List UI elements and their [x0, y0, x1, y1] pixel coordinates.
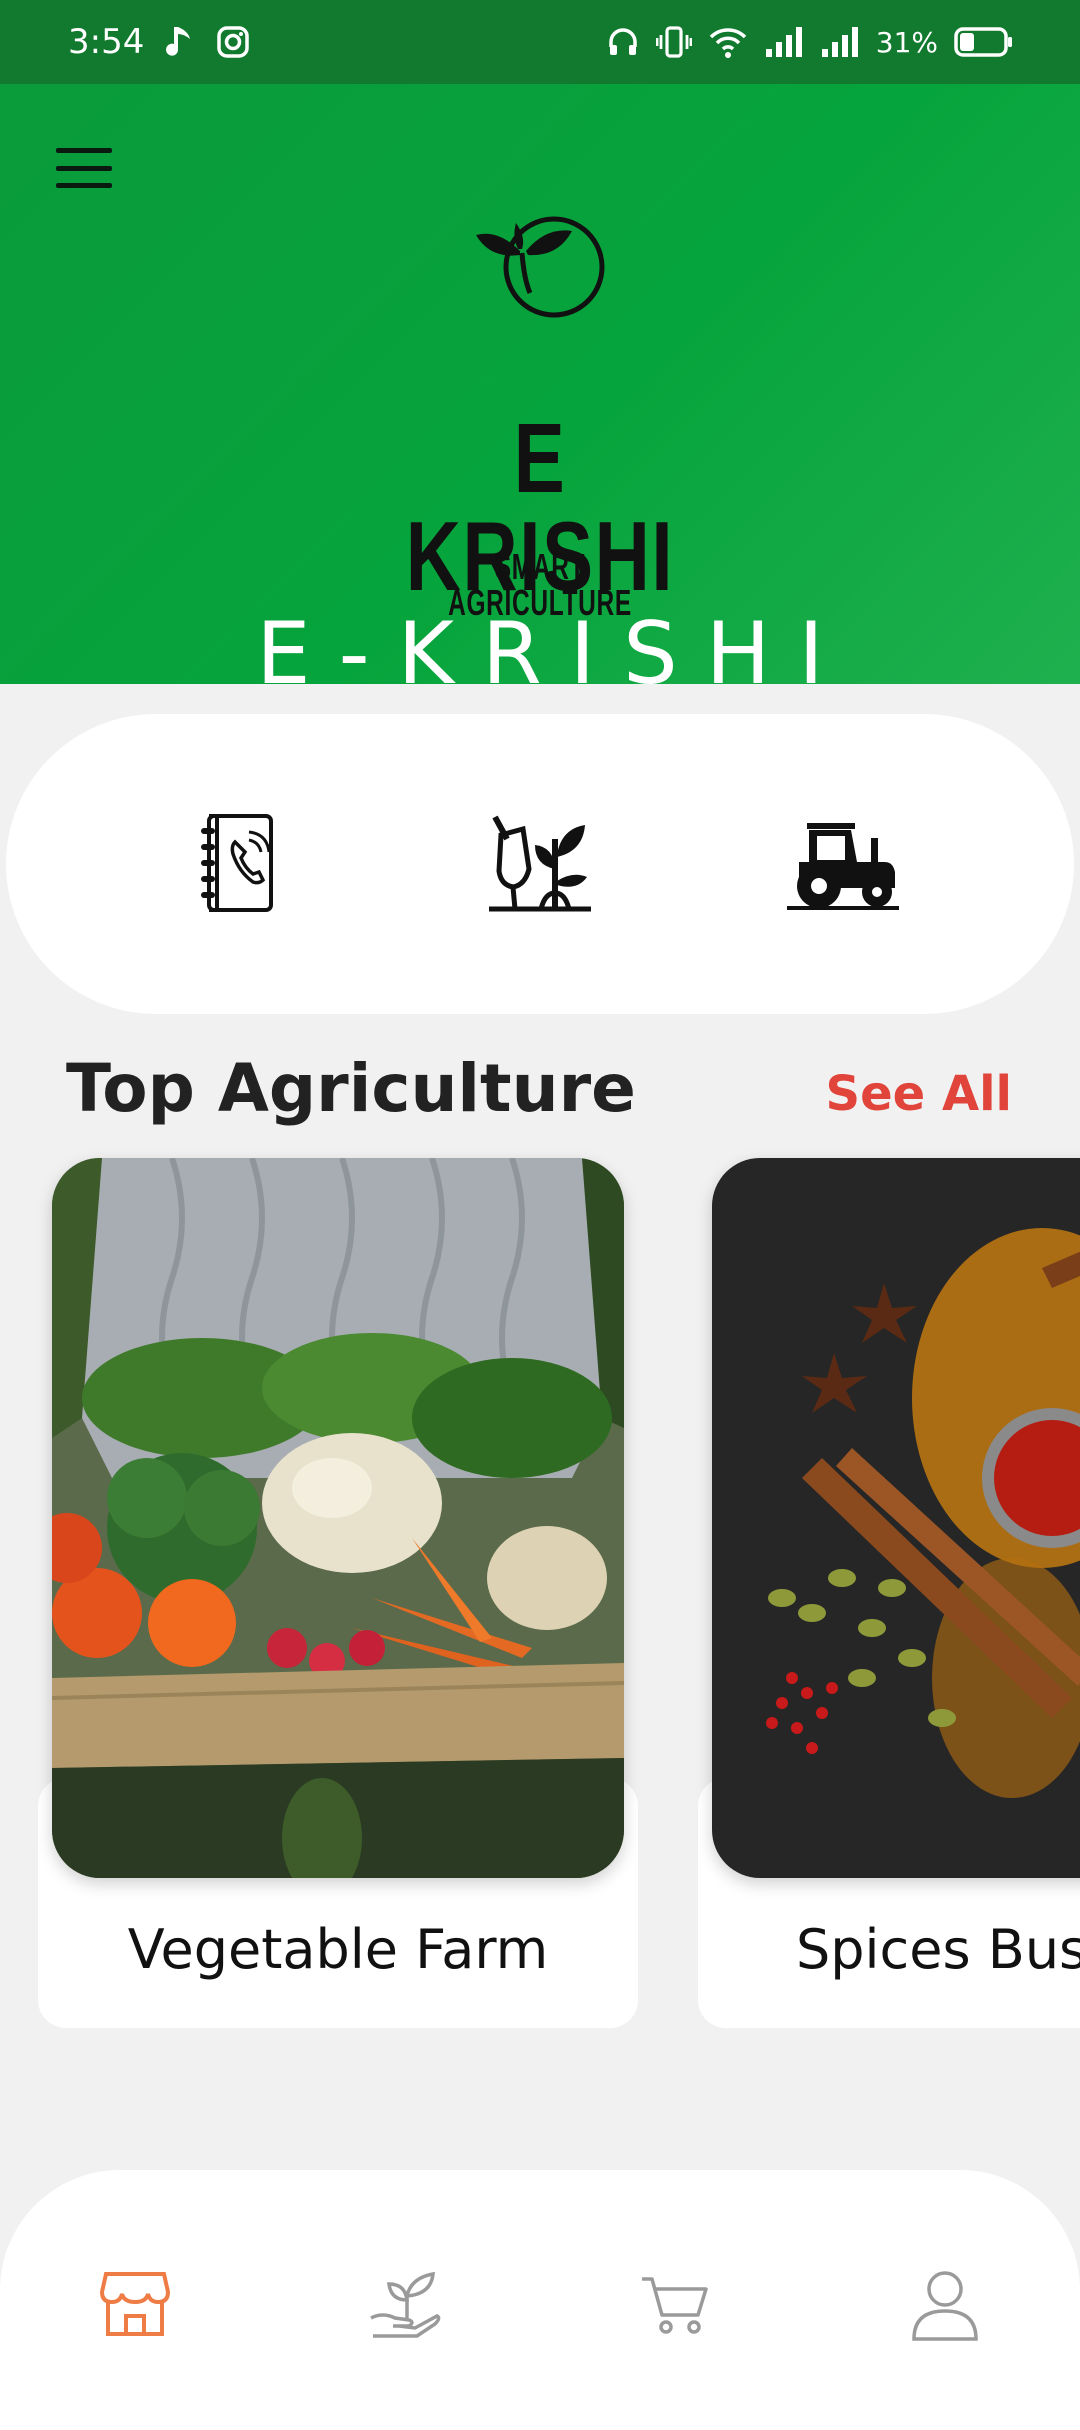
- tractor-icon[interactable]: [778, 799, 908, 929]
- store-icon[interactable]: [80, 2250, 190, 2360]
- battery-percent: 31%: [875, 25, 938, 59]
- see-all-link[interactable]: See All: [826, 1066, 1012, 1122]
- card-label: Spices Busi: [796, 1918, 1080, 1981]
- plant-hand-icon[interactable]: [350, 2250, 460, 2360]
- app-header: E KRISHI SMART AGRICULTURE E-KRISHI: [0, 84, 1080, 704]
- agriculture-card[interactable]: Spices Busi: [698, 1158, 1080, 2028]
- quick-actions-card: [6, 714, 1074, 1014]
- vegetables-crate-photo: [52, 1158, 624, 1878]
- bottom-navigation: [0, 2170, 1080, 2430]
- card-label: Vegetable Farm: [127, 1918, 549, 1981]
- cart-icon[interactable]: [620, 2250, 730, 2360]
- wifi-icon: [708, 25, 748, 59]
- leaf-circle-icon: [476, 216, 605, 318]
- spices-photo: [712, 1158, 1080, 1878]
- contact-book-icon[interactable]: [172, 799, 302, 929]
- agriculture-card[interactable]: Vegetable Farm: [38, 1158, 652, 2028]
- status-bar: 3:54 31%: [0, 0, 1080, 84]
- brand-name: E-KRISHI: [256, 604, 852, 704]
- battery-icon: [954, 25, 1014, 59]
- signal-icon: [820, 25, 860, 59]
- app-logo: E KRISHI SMART AGRICULTURE: [340, 199, 740, 621]
- section-title: Top Agriculture: [66, 1050, 636, 1127]
- user-icon[interactable]: [890, 2250, 1000, 2360]
- instagram-icon: [216, 25, 250, 59]
- hamburger-menu-icon[interactable]: [52, 144, 116, 192]
- signal-icon: [764, 25, 804, 59]
- vibrate-icon: [655, 25, 692, 59]
- status-time: 3:54: [68, 22, 145, 62]
- headphones-icon: [606, 25, 640, 59]
- music-note-icon: [166, 25, 194, 59]
- gardening-plant-icon[interactable]: [475, 799, 605, 929]
